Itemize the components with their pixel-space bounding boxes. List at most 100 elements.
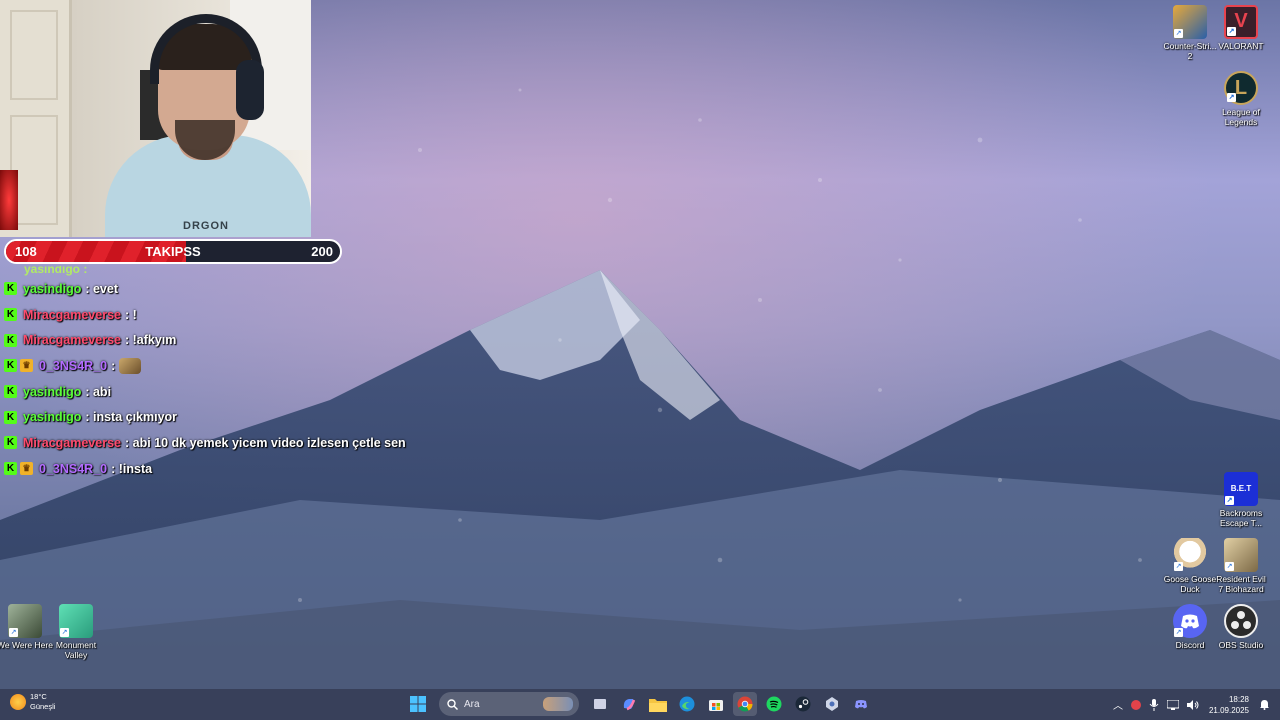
network-icon[interactable] [1166, 699, 1179, 710]
webcam-feed: DRGON [0, 0, 311, 237]
desktop-icon-discord[interactable]: ↗ Discord [1162, 604, 1218, 650]
chat-cut-line: yasindigo : [24, 266, 88, 276]
edge-button[interactable] [675, 692, 699, 716]
desktop-icon-league-of-legends[interactable]: L ↗ League of Legends [1213, 71, 1269, 127]
shortcut-arrow-icon: ↗ [9, 628, 18, 637]
desktop-icon-label: Counter-Stri... 2 [1163, 41, 1217, 61]
chat-message: K Miracgameverse: ! [4, 302, 434, 328]
desktop-icon-goose-goose-duck[interactable]: ↗ Goose Goose Duck [1162, 538, 1218, 594]
chat-message: K ♛ 0_3NS4R_0: !insta [4, 456, 434, 482]
chrome-button[interactable] [733, 692, 757, 716]
shortcut-arrow-icon: ↗ [1174, 562, 1183, 571]
security-icon[interactable] [1130, 699, 1141, 710]
microphone-icon[interactable] [1149, 698, 1159, 711]
spotify-button[interactable] [762, 692, 786, 716]
desktop-icon-resident-evil[interactable]: ↗ Resident Evil 7 Biohazard [1213, 538, 1269, 594]
discord-taskbar-button[interactable] [849, 692, 873, 716]
search-icon [447, 698, 458, 710]
desktop-icon-monument-valley[interactable]: ↗ Monument Valley [48, 604, 104, 660]
goal-target-count: 200 [311, 244, 333, 259]
windows-start-icon [410, 696, 426, 712]
kick-badge-icon: K [4, 308, 17, 322]
task-view-button[interactable] [588, 692, 612, 716]
chat-text: : [111, 358, 116, 373]
clock-time: 18:28 [1228, 694, 1249, 704]
chat-message: Kyasindigo: insta çıkmıyor [4, 404, 434, 430]
desktop-icon-label: VALORANT [1218, 41, 1264, 51]
chat-username: Miracgameverse [23, 333, 121, 348]
clock-date: 21.09.2025 [1208, 705, 1249, 715]
copilot-button[interactable] [617, 692, 641, 716]
chat-text: : abi [85, 384, 112, 399]
volume-icon[interactable] [1186, 699, 1199, 710]
desktop-icon-counter-strike[interactable]: ↗ Counter-Stri... 2 [1162, 5, 1218, 61]
chat-message: K ♛ 0_3NS4R_0: [4, 353, 434, 379]
chat-username: 0_3NS4R_0 [39, 358, 108, 373]
desktop-icon-label: Monument Valley [55, 640, 97, 660]
edge-icon [679, 696, 695, 712]
notification-bell-icon[interactable] [1259, 699, 1270, 710]
file-explorer-button[interactable] [646, 692, 670, 716]
shortcut-arrow-icon: ↗ [1227, 93, 1236, 102]
chat-message: Kyasindigo: evet [4, 276, 434, 302]
taskbar-clock[interactable]: 18:28 21.09.2025 [1209, 694, 1249, 716]
chevron-up-icon[interactable]: ︿ [1113, 697, 1123, 712]
search-placeholder: Ara [464, 698, 480, 710]
taskbar-search[interactable]: Ara [439, 692, 579, 716]
kick-badge-icon: K [4, 462, 17, 476]
desktop-icon-obs-studio[interactable]: OBS Studio [1213, 604, 1269, 650]
shirt-text: DRGON [183, 220, 229, 232]
monument-valley-icon: ↗ [59, 604, 93, 638]
subscriber-badge-icon: ♛ [20, 359, 33, 373]
desktop-icon-we-were-here[interactable]: ↗ We Were Here [0, 604, 53, 650]
store-icon [709, 700, 723, 711]
shortcut-arrow-icon: ↗ [1225, 562, 1234, 571]
vpn-icon [826, 697, 838, 711]
chat-username: 0_3NS4R_0 [39, 461, 108, 476]
backrooms-icon: B.E.T ↗ [1224, 472, 1258, 506]
webcam-rgb-light [0, 170, 18, 230]
shortcut-arrow-icon: ↗ [1227, 27, 1236, 36]
chat-text: : abi 10 dk yemek yicem video izlesen çe… [124, 435, 406, 450]
chat-username: yasindigo [23, 281, 82, 296]
shortcut-arrow-icon: ↗ [60, 628, 69, 637]
desktop-icon-label: OBS Studio [1218, 640, 1264, 650]
desktop-icon-label: Goose Goose Duck [1163, 574, 1217, 594]
start-button[interactable] [406, 692, 430, 716]
store-button[interactable] [704, 692, 728, 716]
kick-badge-icon: K [4, 282, 17, 296]
vpn-button[interactable] [820, 692, 844, 716]
steam-button[interactable] [791, 692, 815, 716]
resident-evil-icon: ↗ [1224, 538, 1258, 572]
kick-badge-icon: K [4, 359, 17, 373]
desktop-icon-valorant[interactable]: V ↗ VALORANT [1213, 5, 1269, 51]
shortcut-arrow-icon: ↗ [1225, 496, 1234, 505]
desktop-icon-label: Backrooms Escape T... [1219, 508, 1263, 528]
chat-text: : ! [124, 307, 137, 322]
copilot-icon [623, 699, 636, 711]
task-view-icon [594, 699, 606, 709]
chat-message: K Miracgameverse: abi 10 dk yemek yicem v… [4, 430, 434, 456]
goal-title: TAKIPSS [145, 244, 201, 259]
chat-text: : insta çıkmıyor [85, 410, 178, 425]
headset-earcup [236, 60, 264, 120]
discord-icon [855, 700, 867, 709]
discord-icon: ↗ [1173, 604, 1207, 638]
desktop-icon-label: Discord [1175, 640, 1205, 650]
chrome-icon [737, 696, 753, 712]
spotify-icon [766, 696, 782, 712]
kick-badge-icon: K [4, 436, 17, 450]
desktop-icon-backrooms-escape[interactable]: B.E.T ↗ Backrooms Escape T... [1213, 472, 1269, 528]
backrooms-badge-text: B.E.T [1230, 484, 1252, 493]
weather-temperature: 18°C [30, 692, 47, 701]
weather-widget[interactable]: 18°C Güneşli [10, 692, 55, 712]
chat-emote-icon [119, 357, 142, 374]
kick-badge-icon: K [4, 333, 17, 347]
chat-text: : evet [85, 281, 118, 296]
system-tray: ︿ 18:28 21.09.2025 [1113, 689, 1280, 720]
follower-goal-bar: TAKIPSS 108 200 [4, 239, 342, 264]
league-of-legends-icon: L ↗ [1224, 71, 1258, 105]
kick-badge-icon: K [4, 410, 17, 424]
chat-overlay: yasindigo : Kyasindigo: evet K Miracgameve… [4, 266, 434, 482]
valorant-icon: V ↗ [1224, 5, 1258, 39]
